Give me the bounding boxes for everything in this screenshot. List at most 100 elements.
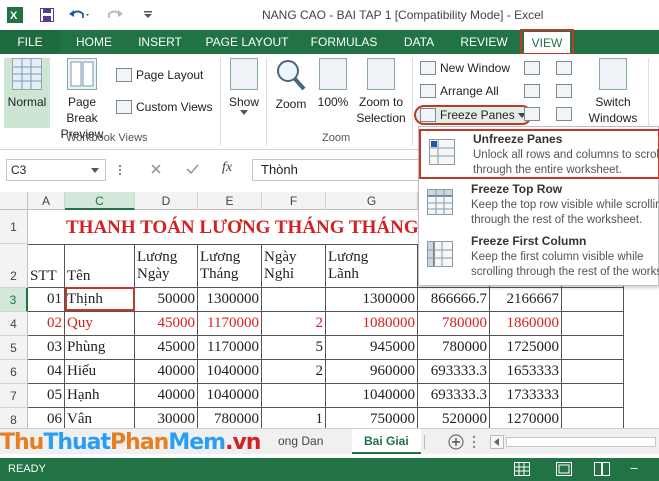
tab-view[interactable]: VIEW xyxy=(520,29,574,55)
reset-window-position-button[interactable] xyxy=(556,107,576,121)
tab-review[interactable]: REVIEW xyxy=(452,30,516,54)
column-header-e[interactable]: E xyxy=(198,192,262,210)
tab-home[interactable]: HOME xyxy=(66,30,122,54)
header-ngay-nghi[interactable]: Ngày Nghỉ xyxy=(262,244,326,288)
row-header[interactable]: 4 xyxy=(0,312,28,336)
tab-more-icon[interactable] xyxy=(472,435,476,452)
cell-ngay-nghi[interactable] xyxy=(262,384,326,408)
enter-check-icon[interactable] xyxy=(186,163,199,178)
cell-luong-lanh[interactable]: 750000 xyxy=(326,408,418,428)
cell-ngay-nghi[interactable]: 1 xyxy=(262,408,326,428)
cell-luong-ngay[interactable]: 40000 xyxy=(135,360,198,384)
cell-empty[interactable] xyxy=(562,288,624,312)
cell-col-i[interactable]: 1733333 xyxy=(490,384,562,408)
page-break-status-icon[interactable] xyxy=(594,462,610,479)
column-header-d[interactable]: D xyxy=(135,192,198,210)
row-header[interactable]: 7 xyxy=(0,384,28,408)
switch-windows-button[interactable]: Switch Windows xyxy=(584,58,642,130)
new-sheet-icon[interactable] xyxy=(448,434,464,453)
show-button[interactable]: Show xyxy=(226,58,262,128)
cell-luong-lanh[interactable]: 960000 xyxy=(326,360,418,384)
cell-ten[interactable]: Hạnh xyxy=(65,384,135,408)
save-icon[interactable] xyxy=(38,6,56,24)
tab-data[interactable]: DATA xyxy=(392,30,446,54)
unhide-window-button[interactable] xyxy=(524,107,544,121)
tab-file[interactable]: FILE xyxy=(0,30,60,54)
cell-luong-thang[interactable]: 1170000 xyxy=(198,336,262,360)
cell-empty[interactable] xyxy=(562,336,624,360)
cell-ten[interactable]: Hiếu xyxy=(65,360,135,384)
normal-view-status-icon[interactable] xyxy=(514,462,530,479)
cell-col-i[interactable]: 2166667 xyxy=(490,288,562,312)
cell-luong-thang[interactable]: 1300000 xyxy=(198,288,262,312)
sheet-tab-bai-giai[interactable]: Bai Giai xyxy=(352,429,421,454)
synchronous-scrolling-button[interactable] xyxy=(556,84,576,98)
zoom-out-icon[interactable]: − xyxy=(630,460,638,476)
cell-luong-lanh[interactable]: 1040000 xyxy=(326,384,418,408)
undo-icon[interactable] xyxy=(66,6,92,24)
cell-luong-ngay[interactable]: 30000 xyxy=(135,408,198,428)
row-header[interactable]: 1 xyxy=(0,210,28,244)
cell-luong-lanh[interactable]: 945000 xyxy=(326,336,418,360)
hide-window-button[interactable] xyxy=(524,84,544,98)
hscroll-left-arrow-icon[interactable] xyxy=(490,435,504,449)
zoom-to-selection-button[interactable]: Zoom to Selection xyxy=(354,58,408,130)
row-header[interactable]: 2 xyxy=(0,244,28,288)
arrange-all-button[interactable]: Arrange All xyxy=(420,84,499,98)
cell-empty[interactable] xyxy=(562,384,624,408)
normal-view-button[interactable]: Normal xyxy=(4,58,50,128)
row-header[interactable]: 8 xyxy=(0,408,28,428)
header-ten[interactable]: Tên xyxy=(65,244,135,288)
cell-luong-lanh[interactable]: 1080000 xyxy=(326,312,418,336)
cell-ngay-nghi[interactable]: 2 xyxy=(262,312,326,336)
cell-luong-thang[interactable]: 1040000 xyxy=(198,360,262,384)
cancel-entry-icon[interactable] xyxy=(150,163,162,178)
header-stt[interactable]: STT xyxy=(28,244,65,288)
name-box-chevron-down-icon[interactable] xyxy=(91,168,99,173)
cell-ngay-nghi[interactable] xyxy=(262,288,326,312)
redo-icon[interactable] xyxy=(104,6,130,24)
zoom-button[interactable]: Zoom xyxy=(270,58,312,128)
header-luong-lanh[interactable]: Lương Lãnh xyxy=(326,244,418,288)
split-button[interactable] xyxy=(524,61,544,75)
cell-col-i[interactable]: 1860000 xyxy=(490,312,562,336)
cell-ten[interactable]: Vân xyxy=(65,408,135,428)
cell-ten[interactable]: Phùng xyxy=(65,336,135,360)
row-header[interactable]: 3 xyxy=(0,288,28,312)
cell-col-h[interactable]: 520000 xyxy=(418,408,490,428)
menu-item-freeze-top-row[interactable]: Freeze Top Row Keep the top row visible … xyxy=(419,181,659,231)
zoom-100-button[interactable]: 100% xyxy=(314,58,352,128)
menu-item-unfreeze-panes[interactable]: Unfreeze Panes Unlock all rows and colum… xyxy=(419,129,659,179)
cell-stt[interactable]: 04 xyxy=(28,360,65,384)
header-luong-thang[interactable]: Lương Tháng xyxy=(198,244,262,288)
cell-stt[interactable]: 01 xyxy=(28,288,65,312)
menu-item-freeze-first-column[interactable]: Freeze First Column Keep the first colum… xyxy=(419,233,659,283)
tab-insert[interactable]: INSERT xyxy=(128,30,192,54)
row-header[interactable]: 5 xyxy=(0,336,28,360)
cell-stt[interactable]: 03 xyxy=(28,336,65,360)
page-break-preview-button[interactable]: Page Break Preview xyxy=(52,58,112,141)
cell-ngay-nghi[interactable]: 2 xyxy=(262,360,326,384)
select-all-corner[interactable] xyxy=(0,192,28,210)
cell-col-h[interactable]: 693333.3 xyxy=(418,384,490,408)
sheet-tab-partial[interactable]: ong Dan xyxy=(278,429,323,454)
cell-empty[interactable] xyxy=(562,408,624,428)
cell-stt[interactable]: 02 xyxy=(28,312,65,336)
cell-col-i[interactable]: 1270000 xyxy=(490,408,562,428)
tab-formulas[interactable]: FORMULAS xyxy=(302,30,386,54)
new-window-button[interactable]: New Window xyxy=(420,61,510,75)
cell-luong-ngay[interactable]: 45000 xyxy=(135,336,198,360)
customize-qat-icon[interactable] xyxy=(140,6,156,24)
sheet-title[interactable]: THANH TOÁN LƯƠNG THÁNG THÁNG xyxy=(66,211,419,245)
column-header-c[interactable]: C xyxy=(65,192,135,210)
cell-luong-ngay[interactable]: 40000 xyxy=(135,384,198,408)
cell-empty[interactable] xyxy=(562,312,624,336)
cell-col-h[interactable]: 693333.3 xyxy=(418,360,490,384)
column-header-f[interactable]: F xyxy=(262,192,326,210)
formula-input[interactable]: Thònh xyxy=(252,159,422,181)
cell-stt[interactable]: 05 xyxy=(28,384,65,408)
freeze-panes-button[interactable]: Freeze Panes xyxy=(414,105,532,125)
column-header-a[interactable]: A xyxy=(28,192,65,210)
name-box[interactable]: C3 xyxy=(6,159,106,181)
formula-bar-more-icon[interactable] xyxy=(118,164,122,179)
